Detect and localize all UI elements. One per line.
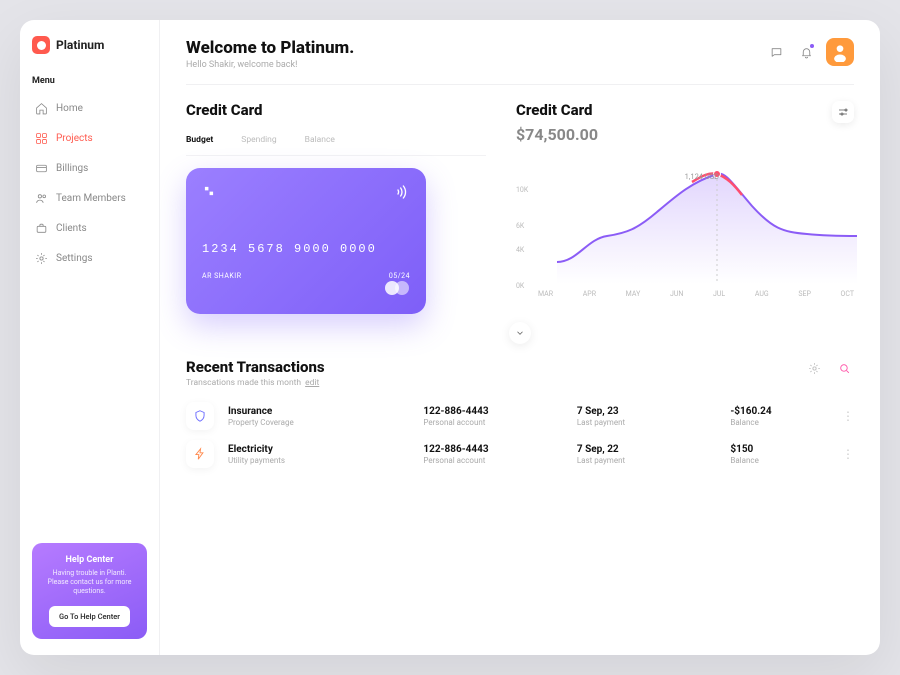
sidebar-item-label: Settings [56, 253, 93, 264]
sliders-button[interactable] [832, 101, 854, 123]
sidebar-item-clients[interactable]: Clients [32, 216, 147, 240]
card-tabs: Budget Spending Balance [186, 135, 486, 156]
x-tick: SEP [798, 290, 811, 298]
chip-icon [202, 184, 216, 198]
x-tick: OCT [841, 290, 854, 298]
transaction-row[interactable]: ElectricityUtility payments 122-886-4443… [186, 440, 854, 468]
x-tick: AUG [755, 290, 769, 298]
app-window: Platinum Menu Home Projects Billings Tea… [20, 20, 880, 655]
main-content: Welcome to Platinum. Hello Shakir, welco… [160, 20, 880, 655]
help-text: Having trouble in Planti. Please contact… [42, 569, 137, 596]
shield-icon [186, 402, 214, 430]
transactions-title: Recent Transactions [186, 358, 325, 376]
transactions-subtitle: Transcations made this monthedit [186, 378, 325, 388]
home-icon [34, 101, 48, 115]
x-tick: JUN [670, 290, 683, 298]
page-subtitle: Hello Shakir, welcome back! [186, 60, 354, 70]
header-actions [766, 38, 854, 66]
settings-button[interactable] [804, 358, 824, 378]
y-tick: 10K [516, 186, 528, 194]
sidebar-item-label: Billings [56, 163, 88, 174]
page-header: Welcome to Platinum. Hello Shakir, welco… [186, 38, 854, 85]
sidebar-item-billings[interactable]: Billings [32, 156, 147, 180]
sidebar-item-team[interactable]: Team Members [32, 186, 147, 210]
tab-budget[interactable]: Budget [186, 135, 213, 145]
x-tick: MAY [626, 290, 641, 298]
sidebar-item-label: Home [56, 103, 83, 114]
sidebar-item-label: Clients [56, 223, 87, 234]
users-icon [34, 191, 48, 205]
panel-title: Credit Card [186, 101, 486, 119]
help-center-card: Help Center Having trouble in Planti. Pl… [32, 543, 147, 639]
x-tick: MAR [538, 290, 553, 298]
transaction-row[interactable]: InsuranceProperty Coverage 122-886-4443P… [186, 402, 854, 430]
sidebar-item-label: Projects [56, 133, 93, 144]
sidebar-nav: Home Projects Billings Team Members Clie… [32, 96, 147, 270]
card-holder: AR SHAKIR [202, 272, 242, 280]
x-axis: MAR APR MAY JUN JUL AUG SEP OCT [516, 290, 854, 298]
sidebar-item-settings[interactable]: Settings [32, 246, 147, 270]
help-title: Help Center [42, 555, 137, 565]
help-button[interactable]: Go To Help Center [49, 606, 130, 627]
gear-icon [34, 251, 48, 265]
search-button[interactable] [834, 358, 854, 378]
menu-label: Menu [32, 76, 147, 86]
logo-icon [32, 36, 50, 54]
x-tick: APR [583, 290, 596, 298]
card-icon [34, 161, 48, 175]
row-menu-button[interactable]: ⋮ [842, 448, 854, 460]
chart-panel: Credit Card $74,500.00 1,124 USD 10K 6K … [516, 101, 854, 314]
x-tick: JUL [713, 290, 725, 298]
y-tick: 4K [516, 246, 524, 254]
y-tick: 0K [516, 282, 524, 290]
sidebar: Platinum Menu Home Projects Billings Tea… [20, 20, 160, 655]
credit-card-panel: Credit Card Budget Spending Balance 1234… [186, 101, 486, 314]
sidebar-item-home[interactable]: Home [32, 96, 147, 120]
credit-card-visual: 1234 5678 9000 0000 AR SHAKIR 05/24 [186, 168, 426, 314]
tab-balance[interactable]: Balance [305, 135, 335, 145]
notification-dot-icon [810, 44, 814, 48]
expand-button[interactable] [509, 322, 531, 344]
chart-title: Credit Card [516, 101, 854, 119]
avatar[interactable] [826, 38, 854, 66]
y-tick: 6K [516, 222, 524, 230]
sidebar-item-label: Team Members [56, 193, 126, 204]
balance-value: $74,500.00 [516, 125, 854, 144]
grid-icon [34, 131, 48, 145]
logo-text: Platinum [56, 38, 104, 52]
messages-button[interactable] [766, 42, 786, 62]
logo[interactable]: Platinum [32, 36, 147, 54]
contactless-icon [394, 184, 410, 204]
spending-chart: 1,124 USD 10K 6K 4K 0K MAR [516, 164, 854, 304]
bolt-icon [186, 440, 214, 468]
card-number: 1234 5678 9000 0000 [202, 242, 410, 256]
page-title: Welcome to Platinum. [186, 38, 354, 58]
tab-spending[interactable]: Spending [241, 135, 276, 145]
card-expiry: 05/24 [389, 272, 410, 280]
chart-svg [538, 164, 876, 284]
sidebar-item-projects[interactable]: Projects [32, 126, 147, 150]
row-menu-button[interactable]: ⋮ [842, 410, 854, 422]
chart-tooltip: 1,124 USD [685, 172, 719, 181]
mastercard-icon [384, 280, 410, 300]
edit-link[interactable]: edit [305, 378, 319, 388]
transactions-list: InsuranceProperty Coverage 122-886-4443P… [186, 402, 854, 468]
notifications-button[interactable] [796, 42, 816, 62]
briefcase-icon [34, 221, 48, 235]
